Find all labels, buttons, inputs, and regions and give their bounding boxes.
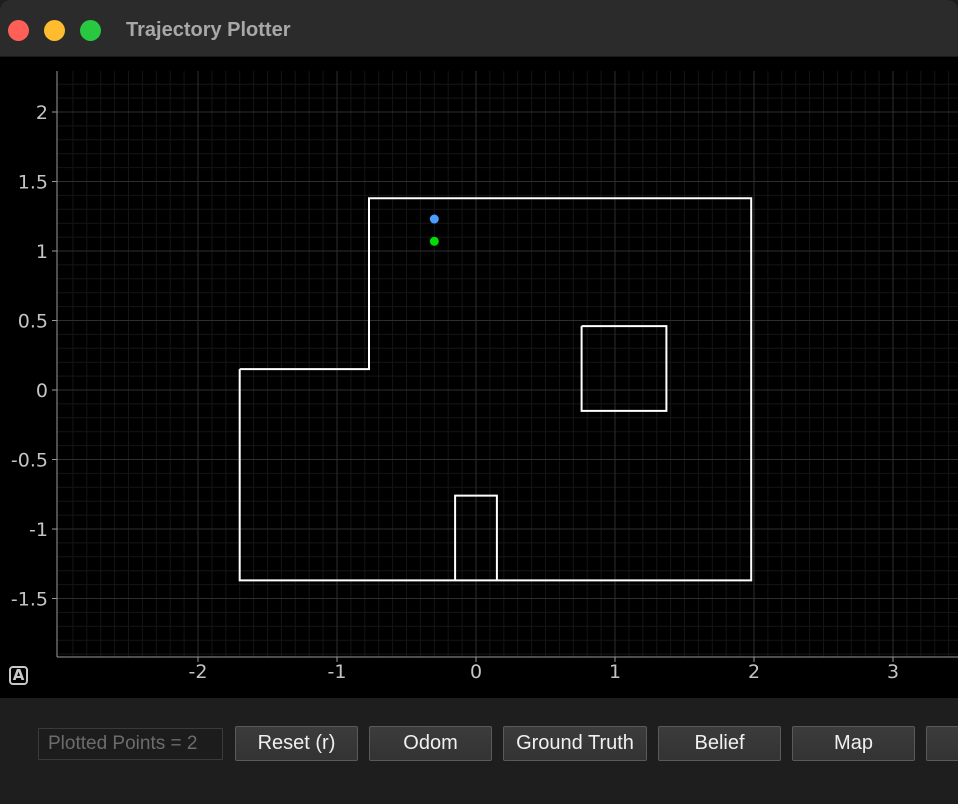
minimize-window-button[interactable]	[44, 20, 65, 41]
y-tick-label: 0.5	[18, 311, 48, 333]
x-tick-label: -2	[189, 661, 208, 683]
plot-axes	[56, 71, 958, 658]
trajectory-point	[429, 236, 439, 246]
window-title: Trajectory Plotter	[126, 19, 291, 41]
plotted-points-counter: Plotted Points = 2	[38, 728, 223, 760]
trajectory-point	[429, 214, 439, 224]
trajectory-plotter-window: Trajectory Plotter -2 -1 0 1 2 3 2 1.5 1 0.5 0 -0.…	[0, 0, 958, 804]
odom-button[interactable]: Odom	[369, 726, 492, 761]
plot-area[interactable]: -2 -1 0 1 2 3 2 1.5 1 0.5 0 -0.5 -1 -1.5	[0, 57, 958, 697]
x-tick-label: -1	[328, 661, 347, 683]
close-window-button[interactable]	[8, 20, 29, 41]
y-tick-label: 1.5	[18, 172, 48, 194]
map-wall-segment	[580, 325, 668, 412]
ground-truth-button[interactable]: Ground Truth	[503, 726, 647, 761]
belief-button[interactable]: Belief	[658, 726, 781, 761]
y-tick-label: -0.5	[11, 450, 48, 472]
y-axis-tick-labels: 2 1.5 1 0.5 0 -0.5 -1 -1.5	[11, 102, 57, 611]
y-tick-label: 2	[36, 102, 48, 124]
y-tick-label: 0	[36, 380, 48, 402]
title-bar: Trajectory Plotter	[0, 0, 958, 57]
maximize-window-button[interactable]	[80, 20, 101, 41]
y-tick-label: -1	[29, 519, 48, 541]
major-grid	[57, 71, 958, 657]
auto-range-button[interactable]: A	[9, 666, 28, 685]
x-tick-label: 0	[470, 661, 482, 683]
map-wall-segment	[238, 197, 753, 582]
map-button[interactable]: Map	[792, 726, 915, 761]
x-tick-label: 2	[748, 661, 760, 683]
trajectory-plot[interactable]: -2 -1 0 1 2 3 2 1.5 1 0.5 0 -0.5 -1 -1.5	[0, 57, 958, 697]
bottom-toolbar: Plotted Points = 2 Reset (r) Odom Ground…	[0, 698, 958, 804]
y-tick-label: -1.5	[11, 589, 48, 611]
x-axis-tick-labels: -2 -1 0 1 2 3	[189, 657, 899, 683]
x-tick-label: 3	[887, 661, 899, 683]
x-tick-label: 1	[609, 661, 621, 683]
minor-grid	[57, 71, 958, 657]
map-walls	[238, 197, 753, 582]
reset-button[interactable]: Reset (r)	[235, 726, 358, 761]
extra-button-partial[interactable]	[926, 726, 958, 761]
y-tick-label: 1	[36, 241, 48, 263]
